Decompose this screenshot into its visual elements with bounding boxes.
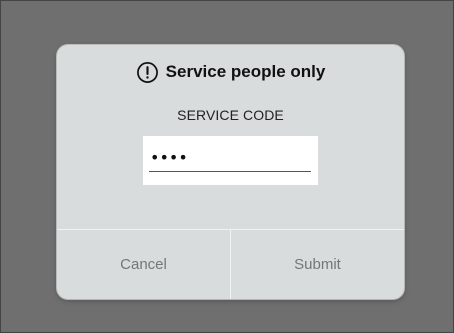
service-code-label: SERVICE CODE bbox=[177, 107, 284, 123]
screen-backdrop: Service people only SERVICE CODE Cancel … bbox=[0, 0, 454, 333]
dialog-header: Service people only bbox=[57, 59, 404, 85]
dialog-button-row: Cancel Submit bbox=[57, 229, 404, 299]
dialog-title: Service people only bbox=[165, 62, 326, 81]
submit-button[interactable]: Submit bbox=[230, 230, 404, 299]
cancel-button[interactable]: Cancel bbox=[57, 230, 230, 299]
alert-circle-icon bbox=[136, 61, 158, 83]
service-code-input[interactable] bbox=[149, 144, 311, 172]
service-code-dialog: Service people only SERVICE CODE Cancel … bbox=[57, 45, 404, 299]
service-code-field bbox=[143, 136, 318, 185]
